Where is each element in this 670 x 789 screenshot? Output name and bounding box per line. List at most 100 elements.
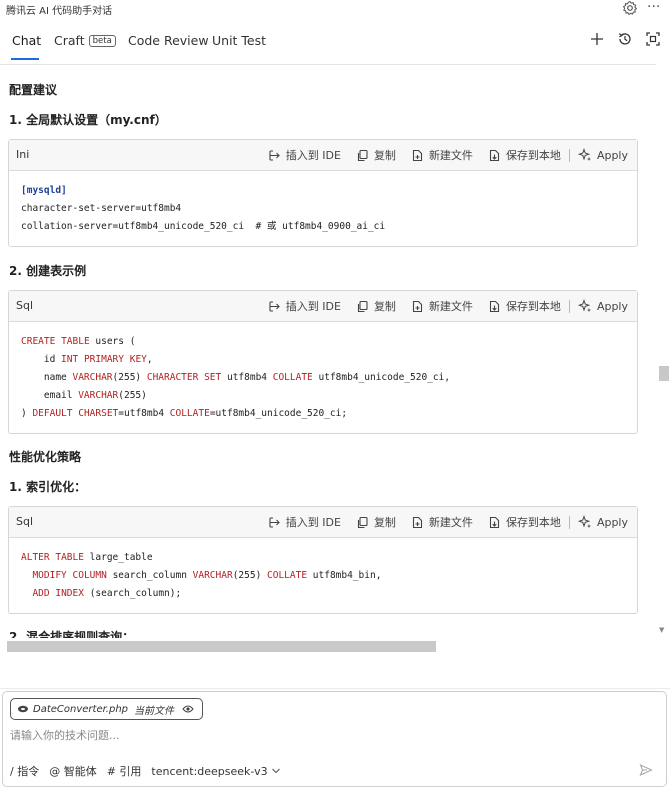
save-local-button[interactable]: 保存到本地 xyxy=(488,298,561,314)
insert-to-ide-button[interactable]: 插入到 IDE xyxy=(268,147,341,163)
copy-icon xyxy=(357,149,368,161)
file-tag: 当前文件 xyxy=(134,705,174,717)
actions-divider xyxy=(568,148,570,162)
tab-craft-label: Craft xyxy=(54,33,85,48)
apply-button[interactable]: Apply xyxy=(577,148,628,162)
apply-label: Apply xyxy=(596,515,628,529)
insert-label: 插入到 IDE xyxy=(285,300,341,313)
copy-icon xyxy=(357,516,368,528)
question-input[interactable] xyxy=(10,729,610,742)
reference-button[interactable]: # 引用 xyxy=(107,763,142,779)
current-file-chip[interactable]: DateConverter.php 当前文件 xyxy=(10,698,203,720)
code-language: Sql xyxy=(16,299,34,312)
code-line: CREATE TABLE users ( xyxy=(21,336,136,347)
heading-mixed-collation: 2. 混合排序规则查询： xyxy=(9,630,135,638)
code-line: ADD INDEX (search_column); xyxy=(32,588,182,599)
new-file-label: 新建文件 xyxy=(428,300,473,313)
input-toolbar: / 指令 @ 智能体 # 引用 tencent:deepseek-v3 xyxy=(10,763,291,779)
tab-craft[interactable]: Craft beta xyxy=(54,33,116,48)
copy-label: 复制 xyxy=(373,300,396,313)
chevron-down-icon xyxy=(271,768,280,774)
insert-label: 插入到 IDE xyxy=(285,149,341,162)
command-button[interactable]: / 指令 xyxy=(10,763,39,779)
tab-code-review[interactable]: Code Review xyxy=(128,33,209,48)
code-block-header: Ini 插入到 IDE 复制 新建文件 保存到本地 Apply xyxy=(9,140,637,171)
vertical-scrollbar[interactable] xyxy=(656,66,670,638)
actions-divider xyxy=(568,515,570,529)
save-local-label: 保存到本地 xyxy=(505,300,561,313)
insert-to-ide-button[interactable]: 插入到 IDE xyxy=(268,298,341,314)
save-local-button[interactable]: 保存到本地 xyxy=(488,147,561,163)
tabs-divider xyxy=(0,64,656,65)
sparkle-icon xyxy=(577,148,591,161)
copy-label: 复制 xyxy=(373,149,396,162)
history-icon[interactable] xyxy=(616,30,634,48)
code-block-header: Sql 插入到 IDE 复制 新建文件 保存到本地 Apply xyxy=(9,507,637,538)
heading-index-optimization: 1. 索引优化： xyxy=(9,478,86,495)
horizontal-scroll-thumb[interactable] xyxy=(7,641,436,652)
apply-label: Apply xyxy=(596,299,628,313)
apply-label: Apply xyxy=(596,148,628,162)
save-file-icon xyxy=(489,516,499,528)
save-local-button[interactable]: 保存到本地 xyxy=(488,514,561,530)
code-block-sql-create: Sql 插入到 IDE 复制 新建文件 保存到本地 Apply CREATE T… xyxy=(8,290,638,434)
php-file-icon xyxy=(18,705,28,713)
code-line: collation-server=utf8mb4_unicode_520_ci … xyxy=(21,221,386,232)
more-options-icon[interactable]: ··· xyxy=(647,0,660,15)
beta-badge: beta xyxy=(88,35,116,47)
model-name: tencent:deepseek-v3 xyxy=(151,764,268,778)
insert-label: 插入到 IDE xyxy=(285,516,341,529)
copy-button[interactable]: 复制 xyxy=(356,147,396,163)
heading-create-table: 2. 创建表示例 xyxy=(9,264,87,278)
copy-button[interactable]: 复制 xyxy=(356,514,396,530)
code-line: [mysqld] xyxy=(21,185,67,196)
heading-performance: 性能优化策略 xyxy=(9,450,82,464)
insert-icon xyxy=(269,149,280,161)
new-file-button[interactable]: 新建文件 xyxy=(411,514,473,530)
tab-chat[interactable]: Chat xyxy=(12,33,41,48)
send-icon[interactable] xyxy=(639,763,653,777)
expand-window-icon[interactable] xyxy=(644,30,662,48)
new-file-button[interactable]: 新建文件 xyxy=(411,147,473,163)
vertical-scroll-thumb[interactable] xyxy=(659,366,669,381)
code-body: [mysqld] character-set-server=utf8mb4 co… xyxy=(9,171,637,246)
code-line: ) DEFAULT CHARSET=utf8mb4 COLLATE=utf8mb… xyxy=(21,408,348,419)
copy-icon xyxy=(357,300,368,312)
window-title: 腾讯云 AI 代码助手对话 xyxy=(6,6,113,17)
code-block-sql-alter: Sql 插入到 IDE 复制 新建文件 保存到本地 Apply ALTER TA… xyxy=(8,506,638,614)
code-block-ini: Ini 插入到 IDE 复制 新建文件 保存到本地 Apply [mysqld]… xyxy=(8,139,638,247)
new-file-icon xyxy=(412,149,422,161)
code-line: email VARCHAR(255) xyxy=(21,390,147,401)
tab-unit-test[interactable]: Unit Test xyxy=(212,33,266,48)
apply-button[interactable]: Apply xyxy=(577,515,628,529)
apply-button[interactable]: Apply xyxy=(577,299,628,313)
copy-button[interactable]: 复制 xyxy=(356,298,396,314)
code-line: character-set-server=utf8mb4 xyxy=(21,203,182,214)
insert-icon xyxy=(269,516,280,528)
sparkle-icon xyxy=(577,299,591,312)
insert-icon xyxy=(269,300,280,312)
file-name: DateConverter.php xyxy=(33,703,128,715)
new-file-button[interactable]: 新建文件 xyxy=(411,298,473,314)
gear-icon[interactable] xyxy=(622,0,638,16)
heading-index-text: 1. 索引优化： xyxy=(9,480,87,494)
code-line: MODIFY COLUMN search_column VARCHAR(255)… xyxy=(32,570,382,581)
tab-bar: Chat Craft beta Code Review Unit Test xyxy=(0,28,670,62)
code-body: CREATE TABLE users ( id INT PRIMARY KEY,… xyxy=(9,322,637,433)
new-chat-plus-icon[interactable] xyxy=(588,30,606,48)
scroll-down-arrow-icon[interactable]: ▼ xyxy=(659,626,664,634)
title-bar: 腾讯云 AI 代码助手对话 ··· xyxy=(0,0,670,18)
code-line: name VARCHAR(255) CHARACTER SET utf8mb4 … xyxy=(21,372,451,383)
code-line: id INT PRIMARY KEY, xyxy=(21,354,153,365)
insert-to-ide-button[interactable]: 插入到 IDE xyxy=(268,514,341,530)
code-body: ALTER TABLE large_table MODIFY COLUMN se… xyxy=(9,538,637,613)
active-tab-indicator xyxy=(11,58,39,60)
chat-content: 配置建议 1. 全局默认设置（my.cnf） Ini 插入到 IDE 复制 新建… xyxy=(0,66,656,638)
save-file-icon xyxy=(489,149,499,161)
model-selector[interactable]: tencent:deepseek-v3 xyxy=(151,765,280,778)
heading-global-settings: 1. 全局默认设置（my.cnf） xyxy=(9,113,167,127)
heading-config: 配置建议 xyxy=(9,83,58,97)
new-file-icon xyxy=(412,300,422,312)
agent-button[interactable]: @ 智能体 xyxy=(49,763,97,779)
actions-divider xyxy=(568,299,570,313)
